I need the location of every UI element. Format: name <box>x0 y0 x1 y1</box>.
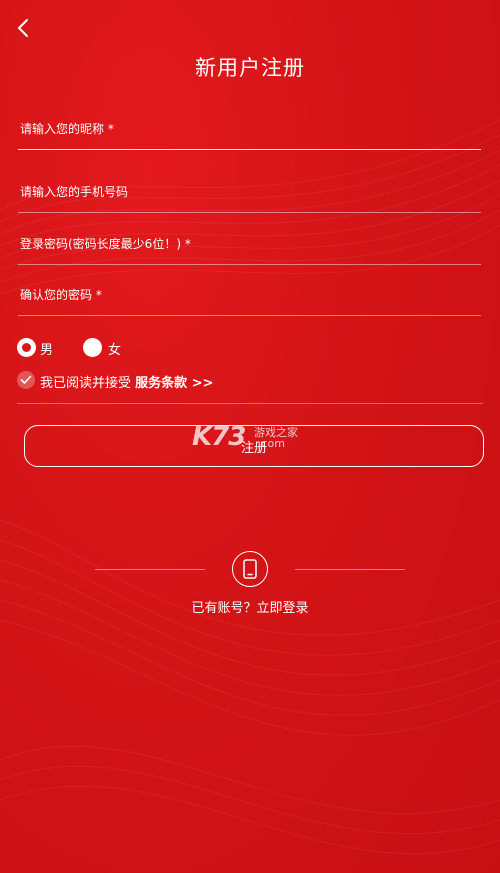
login-link[interactable]: 已有账号？立即登录 <box>0 597 500 616</box>
agreement-label: 我已阅读并接受 <box>40 376 136 391</box>
male-radio[interactable] <box>17 338 36 357</box>
gender-selector: 男 女 <box>17 338 217 358</box>
watermark-line2: .com <box>258 437 285 450</box>
agreement-text: 我已阅读并接受 服务条款 >> <box>40 372 213 391</box>
confirm-password-field[interactable]: 确认您的密码 * <box>18 286 481 316</box>
page-title: 新用户注册 <box>195 56 305 80</box>
login-divider-right <box>295 569 405 570</box>
watermark-logo: K73 游戏之家 .com <box>192 422 312 454</box>
male-label: 男 <box>40 343 54 358</box>
phone-placeholder: 请输入您的手机号码 <box>20 185 129 199</box>
password-field[interactable]: 登录密码(密码长度最少6位！) * <box>18 235 481 265</box>
login-divider-left <box>95 569 205 570</box>
divider <box>17 403 483 404</box>
nickname-field[interactable]: 请输入您的昵称 * <box>18 120 481 150</box>
confirm-password-placeholder: 确认您的密码 * <box>20 288 102 302</box>
nickname-placeholder: 请输入您的昵称 * <box>20 122 114 136</box>
phone-icon-circle <box>232 551 268 587</box>
agreement-row: 我已阅读并接受 服务条款 >> <box>17 371 317 391</box>
chevron-left-icon <box>18 19 28 37</box>
phone-field[interactable]: 请输入您的手机号码 <box>18 183 481 213</box>
password-placeholder: 登录密码(密码长度最少6位！) * <box>20 237 191 251</box>
female-radio[interactable] <box>83 338 102 357</box>
terms-link[interactable]: 服务条款 >> <box>135 376 213 391</box>
phone-icon <box>243 559 257 579</box>
agreement-checkbox[interactable] <box>17 371 35 389</box>
checkmark-icon <box>20 375 32 384</box>
female-label: 女 <box>108 343 122 358</box>
watermark-k73: K73 <box>192 422 246 452</box>
back-button[interactable] <box>12 16 36 40</box>
